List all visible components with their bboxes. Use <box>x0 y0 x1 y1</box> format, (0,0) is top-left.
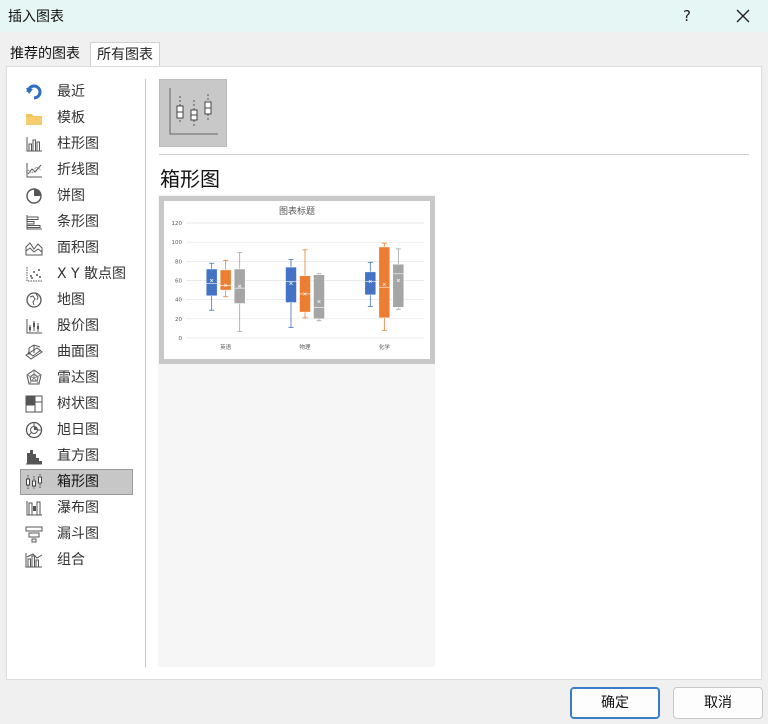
sidebar-item-combo-chart[interactable]: 组合 <box>20 547 133 573</box>
subtype-box-whisker[interactable] <box>159 79 227 147</box>
pie-chart-icon <box>26 188 42 204</box>
help-button[interactable]: ? <box>672 0 702 32</box>
sidebar-item-map-chart[interactable]: 地图 <box>20 287 133 313</box>
sidebar-item-label: 最近 <box>57 84 85 100</box>
x-tick-label: 英语 <box>220 343 232 351</box>
radar-chart-icon <box>26 369 42 385</box>
sidebar-item-label: 曲面图 <box>57 344 99 360</box>
box-whisker-chart-icon <box>26 474 42 489</box>
y-tick-label: 120 <box>172 221 183 227</box>
sunburst-chart-icon <box>25 421 43 439</box>
sidebar-item-stock-chart[interactable]: 股价图 <box>20 313 133 339</box>
vertical-divider <box>145 79 146 667</box>
box <box>285 266 297 303</box>
chart-preview[interactable]: 图表标题 0 20 40 60 80 100 120 英语 物理 化学 <box>159 196 435 364</box>
box-whisker-subtype-icon <box>169 88 218 135</box>
sidebar-item-label: 股价图 <box>57 318 99 334</box>
sidebar-item-treemap-chart[interactable]: 树状图 <box>20 391 133 417</box>
sidebar-item-histogram-chart[interactable]: 直方图 <box>20 443 133 469</box>
sidebar-item-waterfall-chart[interactable]: 瀑布图 <box>20 495 133 521</box>
map-chart-icon <box>26 292 42 308</box>
sidebar-item-label: 模板 <box>57 110 85 126</box>
tab-all-charts[interactable]: 所有图表 <box>90 42 160 67</box>
box <box>313 274 325 320</box>
waterfall-chart-icon <box>26 501 42 516</box>
y-tick-label: 40 <box>175 298 182 304</box>
y-tick-label: 80 <box>175 259 182 265</box>
box <box>378 246 391 319</box>
line-chart-icon <box>26 163 42 178</box>
sidebar-item-label: 条形图 <box>57 214 99 230</box>
surface-chart-icon <box>25 344 43 360</box>
sidebar-item-label: 组合 <box>57 552 85 568</box>
sidebar-item-recent[interactable]: 最近 <box>20 79 133 105</box>
close-button[interactable] <box>724 0 762 32</box>
cancel-button[interactable]: 取消 <box>673 687 763 719</box>
sidebar-item-surface-chart[interactable]: 曲面图 <box>20 339 133 365</box>
sidebar-item-pie-chart[interactable]: 饼图 <box>20 183 133 209</box>
histogram-chart-icon <box>26 450 42 465</box>
x-tick-label: 化学 <box>379 343 391 351</box>
sidebar-item-label: 瀑布图 <box>57 500 99 516</box>
sidebar-item-label: 折线图 <box>57 162 99 178</box>
window-title: 插入图表 <box>8 9 64 25</box>
y-tick-label: 0 <box>179 336 183 342</box>
x-tick-label: 物理 <box>299 343 311 351</box>
combo-chart-icon <box>25 553 43 568</box>
sidebar-item-label: 雷达图 <box>57 370 99 386</box>
sidebar-item-label: 柱形图 <box>57 136 99 152</box>
sidebar-item-box-whisker-chart[interactable]: 箱形图 <box>20 469 133 495</box>
y-tick-label: 20 <box>175 317 182 323</box>
recent-icon <box>26 84 42 100</box>
box <box>205 268 218 297</box>
y-tick-label: 60 <box>175 279 182 285</box>
box <box>364 271 377 296</box>
chart-type-panel: 最近模板柱形图折线图饼图条形图面积图 X Y 散点图 地图股价图曲面图雷达图树状图旭… <box>6 66 762 680</box>
sidebar-item-label: 面积图 <box>57 240 99 256</box>
sidebar-item-bar-chart[interactable]: 条形图 <box>20 209 133 235</box>
sidebar-item-folder[interactable]: 模板 <box>20 105 133 131</box>
horizontal-divider <box>159 154 749 155</box>
sidebar-item-label: 饼图 <box>57 188 85 204</box>
ok-button[interactable]: 确定 <box>570 687 660 719</box>
folder-icon <box>26 114 42 125</box>
title-bar: 插入图表 ? <box>0 0 768 32</box>
stock-chart-icon <box>26 319 42 334</box>
sidebar-item-label: 树状图 <box>57 396 99 412</box>
area-chart-icon <box>25 242 43 256</box>
funnel-chart-icon <box>25 526 43 543</box>
sidebar-item-label: 箱形图 <box>57 474 99 490</box>
treemap-chart-icon <box>25 395 43 413</box>
tab-recommended-charts[interactable]: 推荐的图表 <box>6 42 84 66</box>
chart-title: 图表标题 <box>279 205 315 217</box>
chart-type-list: 最近模板柱形图折线图饼图条形图面积图 X Y 散点图 地图股价图曲面图雷达图树状图旭… <box>20 79 133 667</box>
sidebar-item-area-chart[interactable]: 面积图 <box>20 235 133 261</box>
sidebar-item-label: X Y 散点图 <box>57 266 127 282</box>
column-chart-icon <box>26 137 42 152</box>
sidebar-item-label: 旭日图 <box>57 422 99 438</box>
chart-type-heading: 箱形图 <box>160 167 220 191</box>
sidebar-item-label: 漏斗图 <box>57 526 99 542</box>
box <box>392 263 405 308</box>
sidebar-item-label: 地图 <box>57 292 85 308</box>
sidebar-item-label: 直方图 <box>57 448 99 464</box>
scatter-chart-icon <box>26 267 42 282</box>
sidebar-item-sunburst-chart[interactable]: 旭日图 <box>20 417 133 443</box>
box <box>219 269 232 291</box>
sidebar-item-column-chart[interactable]: 柱形图 <box>20 131 133 157</box>
y-tick-label: 100 <box>172 240 183 246</box>
sidebar-item-radar-chart[interactable]: 雷达图 <box>20 365 133 391</box>
box-whisker-chart: 图表标题 0 20 40 60 80 100 120 英语 物理 化学 <box>172 205 424 351</box>
bar-chart-icon <box>26 215 42 230</box>
sidebar-item-line-chart[interactable]: 折线图 <box>20 157 133 183</box>
sidebar-item-funnel-chart[interactable]: 漏斗图 <box>20 521 133 547</box>
sidebar-item-scatter-chart[interactable]: X Y 散点图 <box>20 261 133 287</box>
close-icon <box>736 9 750 23</box>
